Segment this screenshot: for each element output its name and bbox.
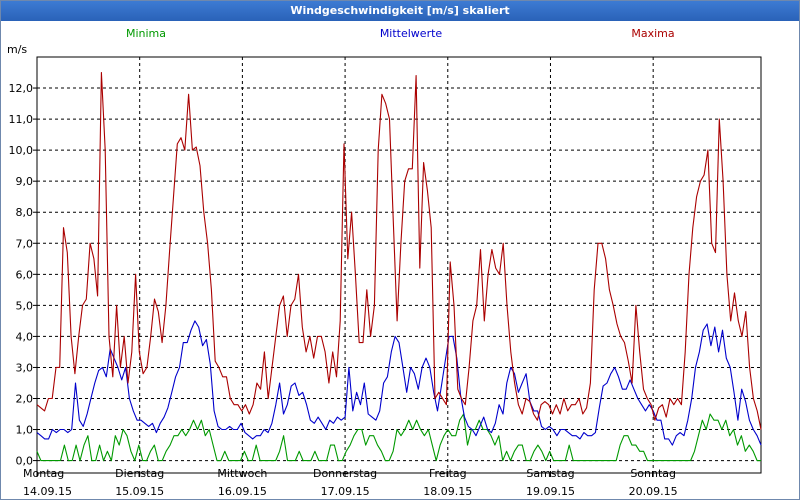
x-tick-date-label: 19.09.15 [526, 485, 575, 498]
x-tick-day-label: Donnerstag [313, 467, 377, 480]
y-tick-label: 3,0 [16, 361, 34, 374]
y-axis-unit-label: m/s [7, 43, 27, 56]
y-axis-ticks: 0,0 1,0 2,0 3,0 4,0 5,0 6,0 7,0 8,0 9,0 10,0 11,0 12… [9, 82, 37, 468]
y-tick-label: 9,0 [16, 175, 34, 188]
y-tick-label: 0,0 [16, 455, 34, 468]
x-tick-day-label: Freitag [429, 467, 467, 480]
legend: Minima Mittelwerte Maxima [126, 27, 675, 40]
x-tick-date-label: 17.09.15 [321, 485, 370, 498]
legend-entry-minima: Minima [126, 27, 166, 40]
x-tick-day-label: Mittwoch [217, 467, 267, 480]
y-tick-label: 1,0 [16, 424, 34, 437]
line-chart: 0,0 1,0 2,0 3,0 4,0 5,0 6,0 7,0 8,0 9,0 10,0 11,0 12… [7, 27, 762, 498]
legend-entry-mittelwerte: Mittelwerte [380, 27, 443, 40]
y-tick-label: 7,0 [16, 237, 34, 250]
y-tick-label: 5,0 [16, 299, 34, 312]
x-tick-date-label: 14.09.15 [23, 485, 72, 498]
chart-window: Windgeschwindigkeit [m/s] skaliert 0,0 1,… [0, 0, 800, 500]
x-tick-day-label: Samstag [526, 467, 574, 480]
x-tick-date-label: 18.09.15 [423, 485, 472, 498]
x-tick-day-label: Sonntag [630, 467, 676, 480]
x-tick-day-label: Montag [23, 467, 64, 480]
y-tick-label: 8,0 [16, 206, 34, 219]
y-tick-label: 4,0 [16, 330, 34, 343]
y-tick-label: 12,0 [9, 82, 34, 95]
x-tick-date-label: 16.09.15 [218, 485, 267, 498]
x-tick-date-label: 20.09.15 [629, 485, 678, 498]
x-tick-date-label: 15.09.15 [115, 485, 164, 498]
chart-title: Windgeschwindigkeit [m/s] skaliert [1, 1, 799, 21]
y-tick-label: 11,0 [9, 113, 34, 126]
y-tick-label: 6,0 [16, 268, 34, 281]
x-tick-day-label: Dienstag [115, 467, 164, 480]
legend-entry-maxima: Maxima [631, 27, 674, 40]
y-tick-label: 10,0 [9, 144, 34, 157]
y-tick-label: 2,0 [16, 392, 34, 405]
